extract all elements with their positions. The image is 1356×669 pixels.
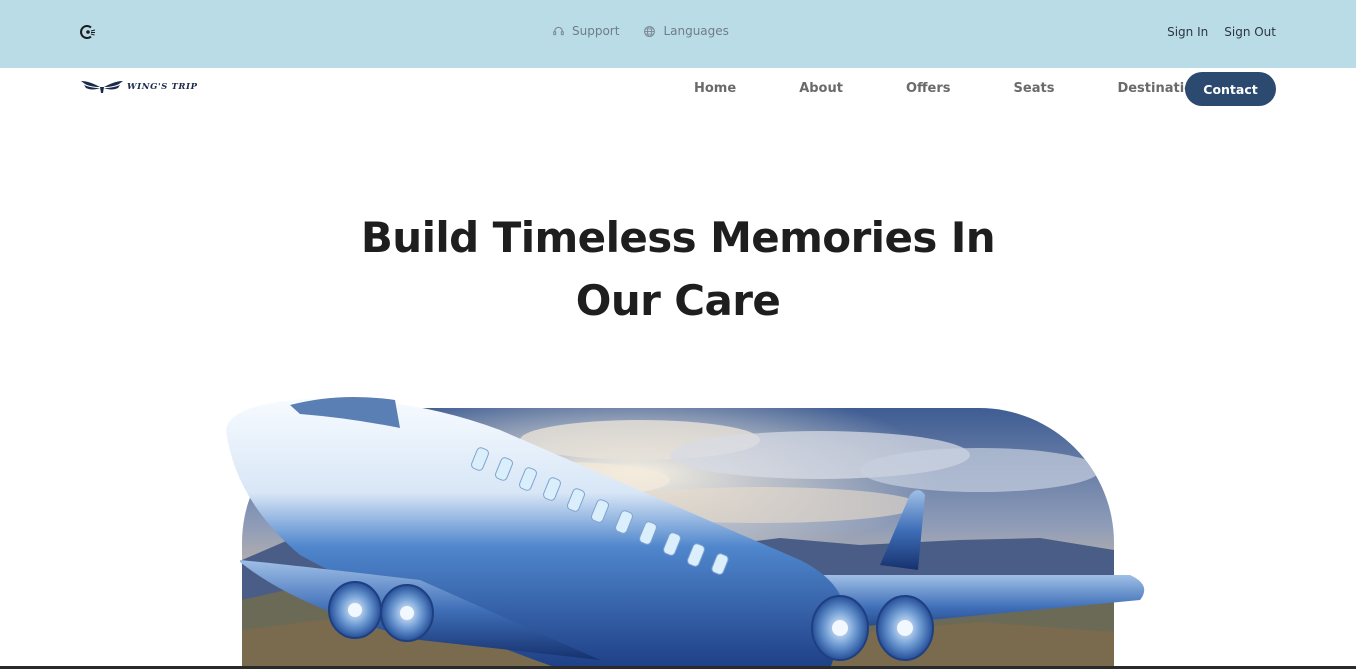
support-label: Support — [572, 24, 620, 38]
c-wings-icon[interactable] — [79, 23, 97, 41]
brand-name: WING'S TRIP — [127, 82, 198, 92]
contact-button[interactable]: Contact — [1185, 72, 1276, 106]
nav-home[interactable]: Home — [694, 81, 736, 96]
hero-title-line-1: Build Timeless Memories In — [360, 213, 996, 262]
nav-about[interactable]: About — [799, 81, 843, 96]
nav-offers[interactable]: Offers — [906, 81, 951, 96]
hero-airplane-image — [226, 396, 1145, 669]
sign-in-link[interactable]: Sign In — [1167, 25, 1208, 39]
nav-links: Home About Offers Seats Destinations — [694, 81, 1210, 96]
support-link[interactable]: Support — [552, 24, 619, 38]
languages-link[interactable]: Languages — [643, 24, 729, 38]
auth-links: Sign In Sign Out — [1167, 25, 1276, 39]
top-center-links: Support Languages — [552, 24, 729, 38]
nav-seats[interactable]: Seats — [1014, 81, 1055, 96]
headset-icon — [553, 26, 564, 35]
hero-title: Build Timeless Memories In Our Care — [0, 206, 1356, 332]
top-utility-bar: Support Languages Sign In Sign Out — [0, 0, 1356, 68]
hero-title-line-2: Our Care — [575, 276, 781, 325]
brand-logo[interactable]: WING'S TRIP — [80, 78, 198, 96]
main-navbar: WING'S TRIP Home About Offers Seats Dest… — [0, 68, 1356, 112]
globe-icon — [644, 25, 656, 37]
languages-label: Languages — [663, 24, 729, 38]
sign-out-link[interactable]: Sign Out — [1224, 25, 1276, 39]
wings-logo-icon — [81, 81, 123, 93]
